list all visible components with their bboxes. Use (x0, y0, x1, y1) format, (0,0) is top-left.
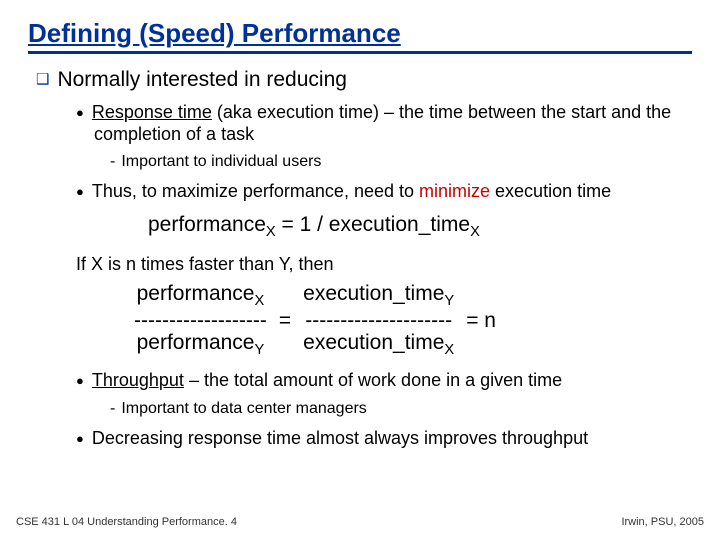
dash-line1: ------------------- (128, 310, 273, 332)
ratio-formula: performanceX = execution_timeY = n -----… (128, 283, 692, 358)
bullet-decrease: ● Decreasing response time almost always … (76, 428, 692, 450)
bullet-throughput: ● Throughput – the total amount of work d… (76, 370, 692, 392)
maximize-c: execution time (490, 181, 611, 201)
sub-y2: Y (254, 342, 264, 358)
footer-left: CSE 431 L 04 Understanding Performance. … (16, 516, 237, 528)
bullet-maximize: ●Thus, to maximize performance, need to … (76, 181, 692, 203)
sub-x4: X (444, 342, 454, 358)
disc-bullet-icon: ● (76, 184, 84, 199)
throughput-underline: Throughput (92, 370, 184, 390)
dash-line2: --------------------- (297, 310, 460, 332)
disc-bullet-icon: ● (76, 431, 84, 446)
slide-title: Defining (Speed) Performance (28, 18, 692, 49)
sub-x3: X (254, 293, 264, 309)
faster-line: If X is n times faster than Y, then (76, 254, 692, 275)
maximize-a: Thus, to maximize performance, need to (92, 181, 419, 201)
subbullet-individual-users: -Important to individual users (110, 153, 692, 171)
exec-y: execution_time (303, 282, 444, 305)
sub-text: Important to individual users (121, 153, 321, 170)
sub-x: X (266, 224, 276, 240)
dash-icon: - (110, 153, 115, 170)
footer-right: Irwin, PSU, 2005 (621, 516, 704, 528)
formula-eq: = 1 / execution_time (276, 213, 470, 236)
eq-n: = n (460, 283, 502, 358)
square-bullet-icon: ❑ (36, 71, 49, 88)
footer: CSE 431 L 04 Understanding Performance. … (16, 516, 704, 528)
exec-x: execution_time (303, 331, 444, 354)
response-time-underline: Response time (92, 102, 212, 122)
maximize-minimize: minimize (419, 181, 490, 201)
lvl1-text: Normally interested in reducing (57, 68, 346, 91)
sub-text2: Important to data center managers (121, 400, 366, 417)
sub-y1: Y (444, 293, 454, 309)
decrease-text: Decreasing response time almost always i… (92, 428, 588, 448)
disc-bullet-icon: ● (76, 373, 84, 388)
disc-bullet-icon: ● (76, 105, 84, 120)
sub-x2: X (470, 224, 480, 240)
eq1: = (273, 283, 297, 358)
perf-y: performance (137, 331, 255, 354)
formula-perf-exec: performanceX = 1 / execution_timeX (148, 213, 692, 240)
perf-x: performance (137, 282, 255, 305)
subbullet-data-center: -Important to data center managers (110, 400, 692, 418)
perf-word: performance (148, 213, 266, 236)
bullet-response-time: ●Response time (aka execution time) – th… (76, 102, 692, 145)
bullet-lvl1: ❑ Normally interested in reducing (36, 68, 692, 92)
title-underline (28, 51, 692, 54)
throughput-rest: – the total amount of work done in a giv… (184, 370, 562, 390)
dash-icon: - (110, 400, 115, 417)
